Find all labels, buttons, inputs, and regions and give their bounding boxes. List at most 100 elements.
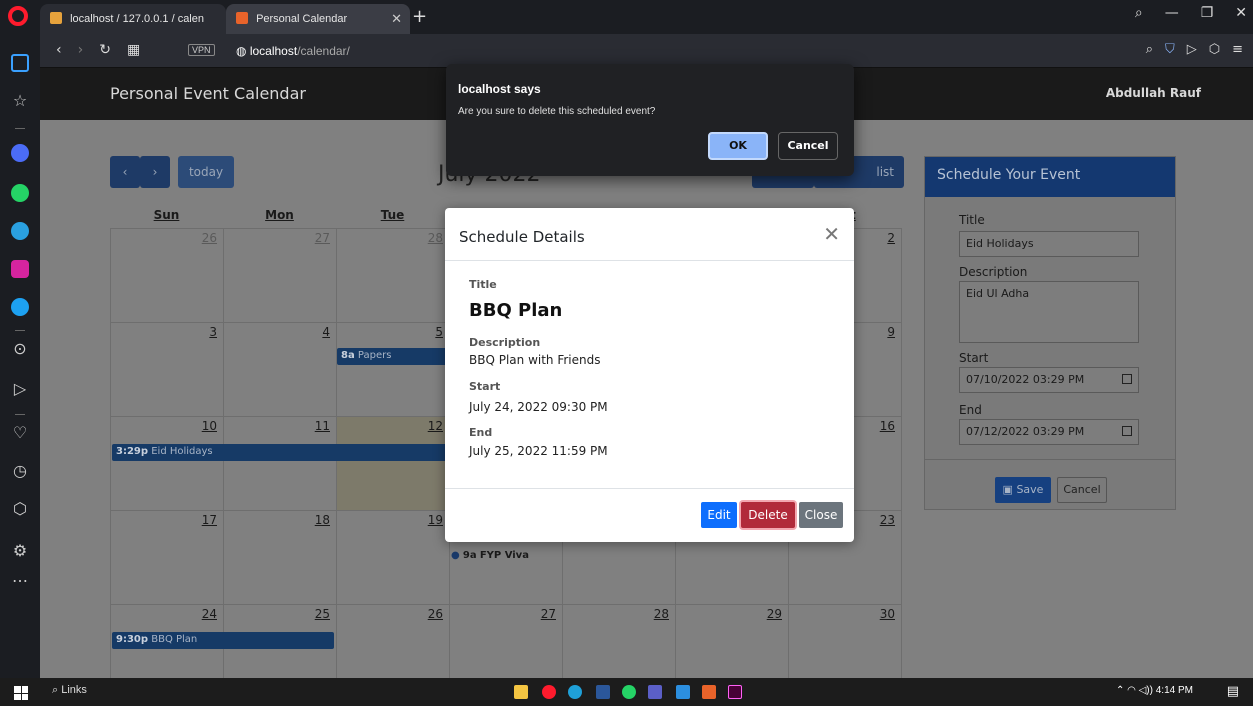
day-number[interactable]: 3 [209, 325, 217, 339]
prev-month-button[interactable]: ‹ [110, 156, 140, 188]
calendar-event[interactable]: ● 9a FYP Viva [451, 550, 529, 561]
search-icon[interactable]: ⌕ [1146, 42, 1153, 57]
notification-icon[interactable]: ▤ [1227, 684, 1239, 699]
day-number[interactable]: 12 [428, 419, 443, 433]
tray-icons[interactable]: ⌃ ◠ ◁)) [1116, 685, 1156, 696]
day-cell[interactable]: 18 [223, 510, 337, 605]
day-cell[interactable]: 17 [110, 510, 224, 605]
flow-sidebar-icon[interactable]: ▷ [10, 380, 30, 398]
day-number[interactable]: 2 [887, 231, 895, 245]
day-cell[interactable]: 10 [110, 416, 224, 511]
heart-icon[interactable]: ♡ [10, 424, 30, 442]
day-number[interactable]: 4 [322, 325, 330, 339]
next-month-button[interactable]: › [140, 156, 170, 188]
shield-icon[interactable]: ⛉ [1165, 42, 1175, 57]
vscode-icon[interactable] [676, 685, 690, 699]
calendar-taskbar-icon[interactable] [702, 685, 716, 699]
reload-icon[interactable]: ↻ [99, 42, 111, 58]
day-cell[interactable]: 4 [223, 322, 337, 417]
close-button[interactable]: Close [799, 502, 843, 528]
day-cell[interactable]: 19 [336, 510, 450, 605]
day-number[interactable]: 29 [767, 607, 782, 621]
forward-icon[interactable]: › [78, 42, 84, 58]
day-number[interactable]: 23 [880, 513, 895, 527]
file-explorer-icon[interactable] [514, 685, 528, 699]
flow-icon[interactable]: ▷ [1187, 42, 1197, 57]
day-cell[interactable]: 11 [223, 416, 337, 511]
settings-icon[interactable]: ⚙ [10, 542, 30, 560]
telegram-icon[interactable] [11, 222, 29, 240]
day-number[interactable]: 26 [202, 231, 217, 245]
calendar-event[interactable]: 8a Papers [337, 348, 447, 365]
search-tabs-icon[interactable]: ⌕ [1135, 5, 1143, 21]
delete-button[interactable]: Delete [741, 502, 795, 528]
windows-start-icon[interactable] [14, 686, 28, 700]
opera-taskbar-icon[interactable] [542, 685, 556, 699]
speed-dial-icon[interactable]: ▦ [127, 42, 140, 58]
app-brand[interactable]: Personal Event Calendar [110, 84, 306, 103]
day-cell[interactable]: 5 [336, 322, 450, 417]
end-datetime-input[interactable]: 07/12/2022 03:29 PM [959, 419, 1139, 445]
snap-icon[interactable]: ❐ [1201, 5, 1214, 21]
easy-setup-icon[interactable]: ≡ [1232, 42, 1243, 57]
dreamweaver-icon[interactable] [728, 685, 742, 699]
edge-icon[interactable] [568, 685, 582, 699]
calendar-event[interactable]: 3:29p Eid Holidays [112, 444, 448, 461]
save-button[interactable]: ▣ Save [995, 477, 1051, 503]
opera-logo-icon[interactable] [8, 6, 28, 26]
tab-personal-calendar[interactable]: Personal Calendar ✕ [226, 4, 410, 34]
start-datetime-input[interactable]: 07/10/2022 03:29 PM [959, 367, 1139, 393]
day-number[interactable]: 30 [880, 607, 895, 621]
day-cell[interactable]: 28 [336, 228, 450, 323]
extensions-icon[interactable]: ⬡ [10, 500, 30, 518]
new-tab-icon[interactable]: + [412, 6, 427, 27]
close-icon[interactable]: ✕ [823, 222, 840, 246]
player-icon[interactable]: ⊙ [10, 340, 30, 358]
confirm-cancel-button[interactable]: Cancel [778, 132, 838, 160]
day-number[interactable]: 18 [315, 513, 330, 527]
home-icon[interactable] [11, 54, 29, 72]
more-icon[interactable]: … [10, 568, 30, 586]
vpn-badge[interactable]: VPN [188, 44, 215, 56]
day-number[interactable]: 17 [202, 513, 217, 527]
instagram-icon[interactable] [11, 260, 29, 278]
day-cell[interactable]: 27 [449, 604, 563, 678]
day-cell[interactable]: 28 [562, 604, 676, 678]
day-number[interactable]: 26 [428, 607, 443, 621]
day-cell[interactable]: 26 [336, 604, 450, 678]
day-cell[interactable]: 26 [110, 228, 224, 323]
close-tab-icon[interactable]: ✕ [391, 11, 402, 27]
day-number[interactable]: 28 [428, 231, 443, 245]
word-icon[interactable] [596, 685, 610, 699]
day-number[interactable]: 11 [315, 419, 330, 433]
calendar-picker-icon[interactable] [1122, 374, 1132, 384]
calendar-picker-icon[interactable] [1122, 426, 1132, 436]
tab-phpmyadmin[interactable]: localhost / 127.0.0.1 / calen [40, 4, 226, 34]
day-number[interactable]: 25 [315, 607, 330, 621]
form-cancel-button[interactable]: Cancel [1057, 477, 1107, 503]
day-number[interactable]: 24 [202, 607, 217, 621]
url-field[interactable]: ◍ localhost/calendar/ [236, 44, 350, 58]
today-button[interactable]: today [178, 156, 234, 188]
confirm-ok-button[interactable]: OK [708, 132, 768, 160]
day-number[interactable]: 10 [202, 419, 217, 433]
back-icon[interactable]: ‹ [56, 42, 62, 58]
day-number[interactable]: 16 [880, 419, 895, 433]
day-cell[interactable]: 3 [110, 322, 224, 417]
star-icon[interactable]: ☆ [10, 92, 30, 110]
taskbar-search[interactable]: ⌕ Links [52, 684, 87, 697]
day-number[interactable]: 9 [887, 325, 895, 339]
day-number[interactable]: 28 [654, 607, 669, 621]
history-icon[interactable]: ◷ [10, 462, 30, 480]
day-cell[interactable]: 29 [675, 604, 789, 678]
title-input[interactable]: Eid Holidays [959, 231, 1139, 257]
teams-icon[interactable] [648, 685, 662, 699]
description-textarea[interactable]: Eid Ul Adha [959, 281, 1139, 343]
day-cell[interactable]: 12 [336, 416, 450, 511]
day-number[interactable]: 19 [428, 513, 443, 527]
whatsapp-taskbar-icon[interactable] [622, 685, 636, 699]
user-name[interactable]: Abdullah Rauf [1106, 86, 1201, 100]
day-cell[interactable]: 27 [223, 228, 337, 323]
cube-icon[interactable]: ⬡ [1209, 42, 1220, 57]
day-number[interactable]: 27 [541, 607, 556, 621]
